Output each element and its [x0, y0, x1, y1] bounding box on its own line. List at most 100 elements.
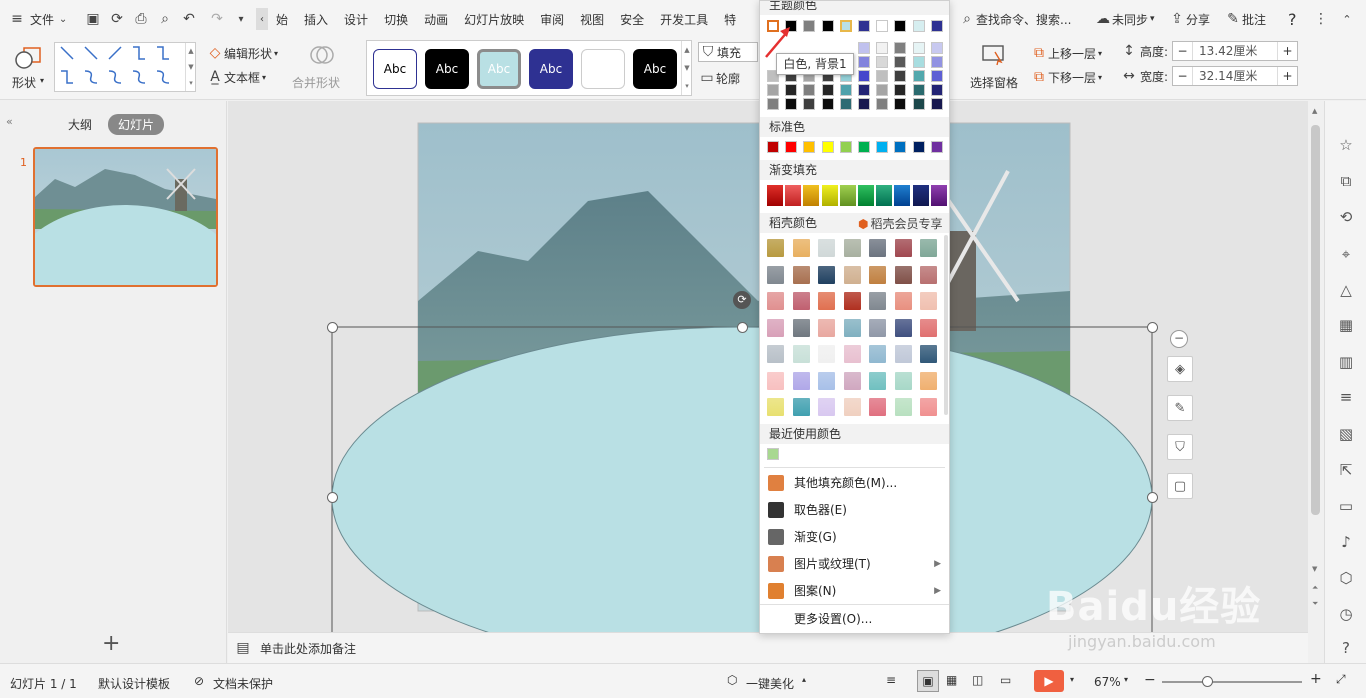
gradient-4[interactable] — [839, 185, 856, 206]
search-box[interactable]: ⌕ 查找命令、搜索... — [950, 0, 1079, 38]
docer-color[interactable] — [818, 318, 835, 337]
theme-shade[interactable] — [912, 98, 925, 110]
standard-color-5[interactable] — [858, 141, 870, 153]
theme-shade[interactable] — [767, 98, 779, 110]
height-minus-button[interactable]: − — [1173, 42, 1194, 60]
add-slide-button[interactable]: + — [102, 631, 120, 656]
theme-shade[interactable] — [785, 98, 798, 110]
member-badge[interactable]: ⬢ 稻壳会员专享 — [858, 215, 943, 232]
theme-shade[interactable] — [858, 70, 870, 82]
present-view-icon[interactable]: ▭ — [1000, 673, 1011, 687]
theme-shade[interactable] — [912, 70, 925, 82]
help-circle-icon[interactable]: ? — [1336, 638, 1356, 658]
docer-color[interactable] — [767, 265, 784, 284]
docer-color[interactable] — [792, 318, 810, 337]
theme-shade[interactable] — [858, 98, 870, 110]
zoom-slider-thumb[interactable] — [1202, 676, 1213, 687]
gradient-8[interactable] — [912, 185, 929, 206]
gradient-3[interactable] — [821, 185, 838, 206]
standard-color-9[interactable] — [930, 141, 943, 153]
box-icon[interactable]: ▭ — [1336, 496, 1356, 516]
fill-menu-item-1[interactable]: 取色器(E) — [760, 496, 949, 523]
tab-3[interactable]: 切换 — [376, 0, 416, 38]
tab-6[interactable]: 审阅 — [532, 0, 572, 38]
style-brush-button[interactable]: ✎ — [1167, 395, 1193, 421]
redo-icon[interactable]: ↷ — [208, 10, 226, 28]
tab-7[interactable]: 视图 — [572, 0, 612, 38]
grid-icon[interactable]: ▦ — [1336, 315, 1356, 335]
file-menu[interactable]: ≡ 文件 ⌄ — [0, 0, 80, 38]
theme-color-2[interactable] — [803, 20, 816, 32]
docer-color[interactable] — [869, 398, 886, 416]
docer-color[interactable] — [792, 292, 810, 310]
tab-10[interactable]: 特 — [716, 0, 744, 38]
layer-button[interactable]: ◈ — [1167, 356, 1193, 382]
theme-shade[interactable] — [894, 84, 907, 96]
tab-1[interactable]: 插入 — [296, 0, 336, 38]
shield-icon[interactable]: ⬡ — [1336, 568, 1356, 588]
theme-shade[interactable] — [858, 56, 870, 68]
docer-color[interactable] — [767, 239, 784, 257]
send-backward-button[interactable]: ⧉ 下移一层 ▾ — [1030, 68, 1102, 86]
height-input[interactable]: 13.42厘米 — [1193, 42, 1277, 60]
docer-color[interactable] — [767, 292, 784, 310]
theme-shade[interactable] — [876, 84, 889, 96]
theme-shade[interactable] — [930, 56, 943, 68]
theme-shade[interactable] — [894, 56, 907, 68]
format-painter-icon[interactable]: ⟳ — [108, 10, 126, 28]
gradient-1[interactable] — [785, 185, 802, 206]
width-input[interactable]: 32.14厘米 — [1193, 67, 1277, 85]
theme-color-6[interactable] — [876, 20, 889, 32]
docer-color[interactable] — [894, 345, 912, 363]
docer-color[interactable] — [869, 292, 886, 310]
docer-color[interactable] — [920, 398, 937, 416]
standard-color-8[interactable] — [912, 141, 925, 153]
save-icon[interactable]: ▣ — [84, 10, 102, 28]
docer-color[interactable] — [843, 371, 861, 390]
docer-color[interactable] — [792, 371, 810, 390]
theme-shade[interactable] — [785, 84, 798, 96]
docer-color[interactable] — [843, 265, 861, 284]
style-preset-3[interactable]: Abc — [477, 49, 521, 89]
sorter-view-icon[interactable]: ▦ — [946, 673, 957, 687]
location-icon[interactable]: ⌖ — [1336, 244, 1356, 264]
theme-shade[interactable] — [912, 84, 925, 96]
beautify-button[interactable]: 一键美化 — [746, 675, 794, 692]
notes-toggle-icon[interactable]: ≡ — [886, 673, 896, 687]
tab-0[interactable]: 始 — [268, 0, 296, 38]
zoom-slider[interactable] — [1162, 681, 1302, 683]
star-icon[interactable]: ☆ — [1336, 135, 1356, 155]
scroll-up-icon[interactable]: ▲ — [1312, 107, 1317, 115]
width-minus-button[interactable]: − — [1173, 67, 1194, 85]
style-preset-5[interactable] — [581, 49, 625, 89]
gallery-scroll[interactable]: ▲ ▼ ▾ — [185, 43, 196, 91]
tab-2[interactable]: 设计 — [336, 0, 376, 38]
docer-color[interactable] — [869, 265, 886, 284]
merge-shape-button[interactable]: 合并形状 — [292, 42, 354, 94]
theme-shade[interactable] — [803, 84, 816, 96]
docer-color[interactable] — [843, 318, 861, 337]
theme-shade[interactable] — [912, 42, 925, 54]
gradient-6[interactable] — [876, 185, 893, 206]
theme-color-4[interactable] — [839, 20, 852, 32]
docer-color[interactable] — [792, 239, 810, 257]
slide-thumbnail[interactable] — [33, 147, 218, 287]
share-button[interactable]: ⇪ 分享 — [1160, 0, 1218, 38]
float-fill-button[interactable]: ⛉ — [1167, 434, 1193, 460]
docer-color[interactable] — [818, 345, 835, 363]
theme-shade[interactable] — [821, 84, 834, 96]
standard-color-0[interactable] — [767, 141, 779, 153]
next-slide-icon[interactable]: ⏷ — [1312, 599, 1318, 609]
rotate-icon[interactable]: ⟲ — [1336, 207, 1356, 227]
theme-shade[interactable] — [894, 42, 907, 54]
theme-shade[interactable] — [930, 84, 943, 96]
fill-menu-item-4[interactable]: 图案(N) ▶ — [760, 577, 949, 604]
normal-view-icon[interactable]: ▣ — [917, 670, 939, 692]
theme-shade[interactable] — [839, 98, 852, 110]
textbox-button[interactable]: A̲ 文本框 ▾ — [206, 68, 266, 86]
customize-icon[interactable]: ▾ — [232, 10, 250, 28]
vertical-scrollbar[interactable]: ▲ ▼ ⏶ ⏷ — [1308, 101, 1324, 632]
undo-icon[interactable]: ↶ — [180, 10, 198, 28]
standard-color-1[interactable] — [785, 141, 798, 153]
theme-shade[interactable] — [858, 42, 870, 54]
